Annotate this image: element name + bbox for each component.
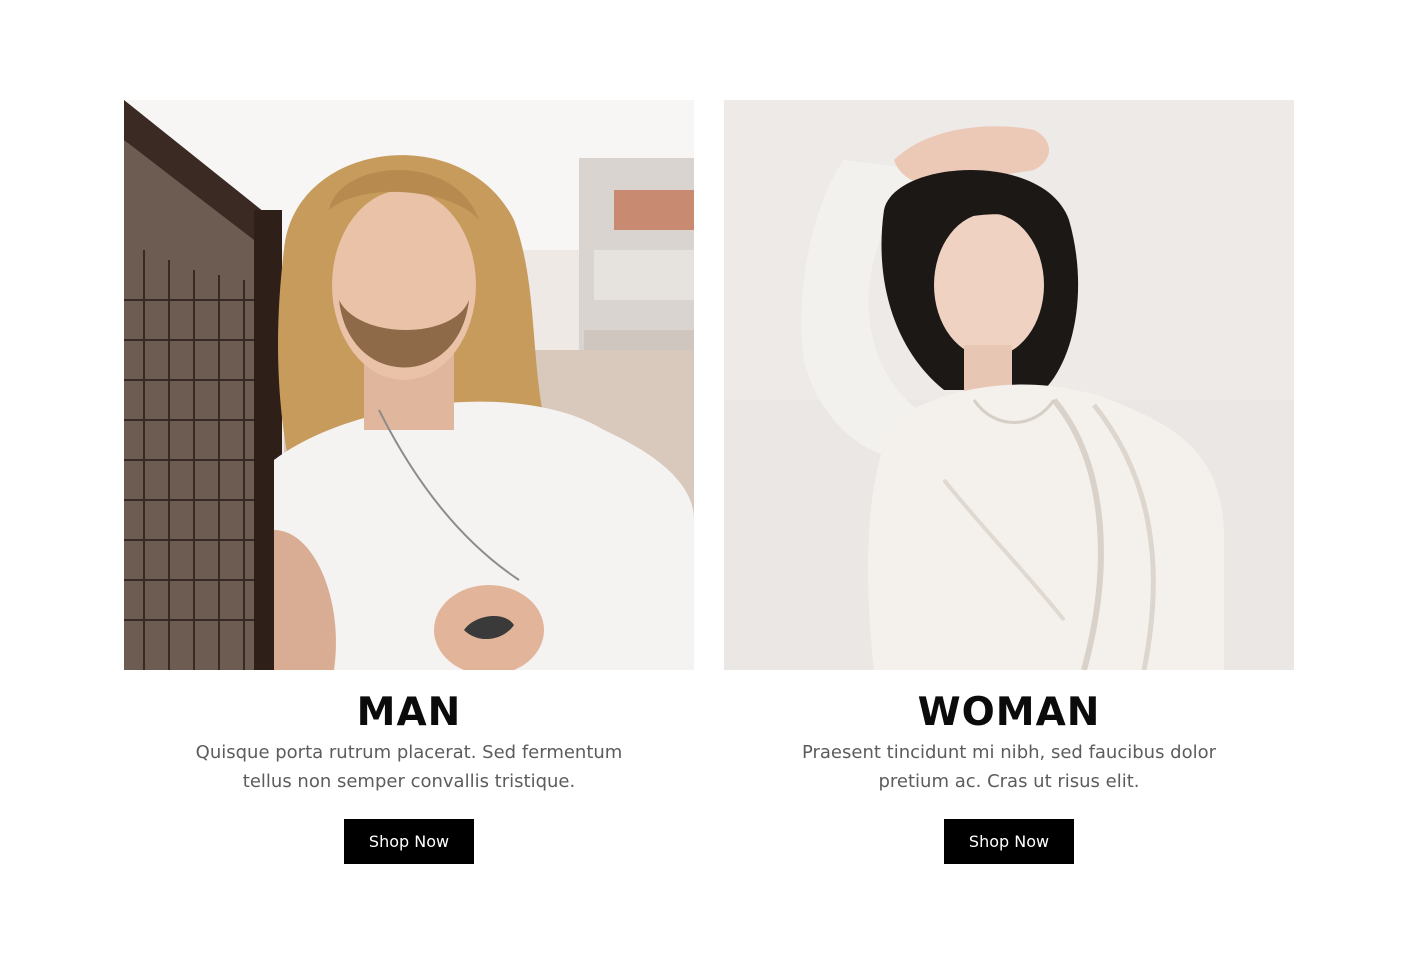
category-title-woman: WOMAN [917, 690, 1101, 735]
category-card-man: MAN Quisque porta rutrum placerat. Sed f… [124, 100, 694, 864]
category-title-man: MAN [356, 690, 462, 735]
category-description-man: Quisque porta rutrum placerat. Sed ferme… [195, 742, 623, 792]
shop-now-button-man[interactable]: Shop Now [344, 819, 474, 864]
man-category-image[interactable] [124, 100, 694, 670]
shop-now-button-woman[interactable]: Shop Now [944, 819, 1074, 864]
man-photo-illustration [124, 100, 694, 670]
woman-category-image[interactable] [724, 100, 1294, 670]
category-grid: MAN Quisque porta rutrum placerat. Sed f… [124, 100, 1294, 864]
category-card-woman: WOMAN Praesent tincidunt mi nibh, sed fa… [724, 100, 1294, 864]
woman-photo-illustration [724, 100, 1294, 670]
category-description-woman: Praesent tincidunt mi nibh, sed faucibus… [801, 742, 1217, 792]
